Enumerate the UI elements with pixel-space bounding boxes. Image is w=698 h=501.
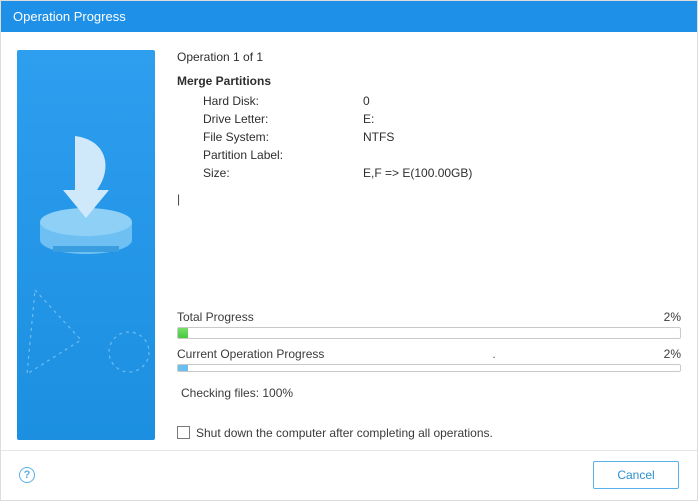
current-progress-pct: 2% bbox=[664, 347, 681, 361]
window-title: Operation Progress bbox=[13, 9, 126, 24]
operation-counter: Operation 1 of 1 bbox=[177, 50, 681, 64]
cancel-button[interactable]: Cancel bbox=[593, 461, 679, 489]
current-progress-fill bbox=[178, 365, 188, 371]
operation-details: Hard Disk: 0 Drive Letter: E: File Syste… bbox=[203, 92, 681, 182]
detail-key: Size: bbox=[203, 164, 363, 182]
shutdown-checkbox[interactable] bbox=[177, 426, 190, 439]
shutdown-checkbox-row[interactable]: Shut down the computer after completing … bbox=[177, 426, 681, 440]
current-progress-bar bbox=[177, 364, 681, 372]
total-progress-fill bbox=[178, 328, 188, 338]
detail-key: File System: bbox=[203, 128, 363, 146]
detail-val: NTFS bbox=[363, 128, 394, 146]
total-progress-bar bbox=[177, 327, 681, 339]
current-progress-label: Current Operation Progress bbox=[177, 347, 324, 361]
detail-val: 0 bbox=[363, 92, 370, 110]
operation-title: Merge Partitions bbox=[177, 74, 681, 88]
detail-row: Size: E,F => E(100.00GB) bbox=[203, 164, 681, 182]
detail-row: Drive Letter: E: bbox=[203, 110, 681, 128]
detail-row: File System: NTFS bbox=[203, 128, 681, 146]
detail-key: Drive Letter: bbox=[203, 110, 363, 128]
main-panel: Operation 1 of 1 Merge Partitions Hard D… bbox=[177, 50, 681, 440]
total-progress-label: Total Progress bbox=[177, 310, 254, 324]
total-progress-pct: 2% bbox=[664, 310, 681, 324]
shutdown-label: Shut down the computer after completing … bbox=[196, 426, 493, 440]
side-illustration bbox=[17, 50, 155, 440]
help-icon[interactable]: ? bbox=[19, 467, 35, 483]
footer: ? Cancel bbox=[1, 450, 697, 500]
titlebar: Operation Progress bbox=[1, 1, 697, 32]
download-disk-icon bbox=[17, 50, 155, 440]
current-progress-mid: . bbox=[492, 347, 495, 361]
detail-val: E: bbox=[363, 110, 374, 128]
detail-key: Hard Disk: bbox=[203, 92, 363, 110]
detail-key: Partition Label: bbox=[203, 146, 363, 164]
detail-row: Hard Disk: 0 bbox=[203, 92, 681, 110]
detail-val: E,F => E(100.00GB) bbox=[363, 164, 472, 182]
status-text: Checking files: 100% bbox=[181, 386, 681, 400]
detail-row: Partition Label: bbox=[203, 146, 681, 164]
progress-section: Total Progress 2% Current Operation Prog… bbox=[177, 306, 681, 440]
text-caret: | bbox=[177, 192, 681, 208]
content-area: Operation 1 of 1 Merge Partitions Hard D… bbox=[1, 32, 697, 440]
